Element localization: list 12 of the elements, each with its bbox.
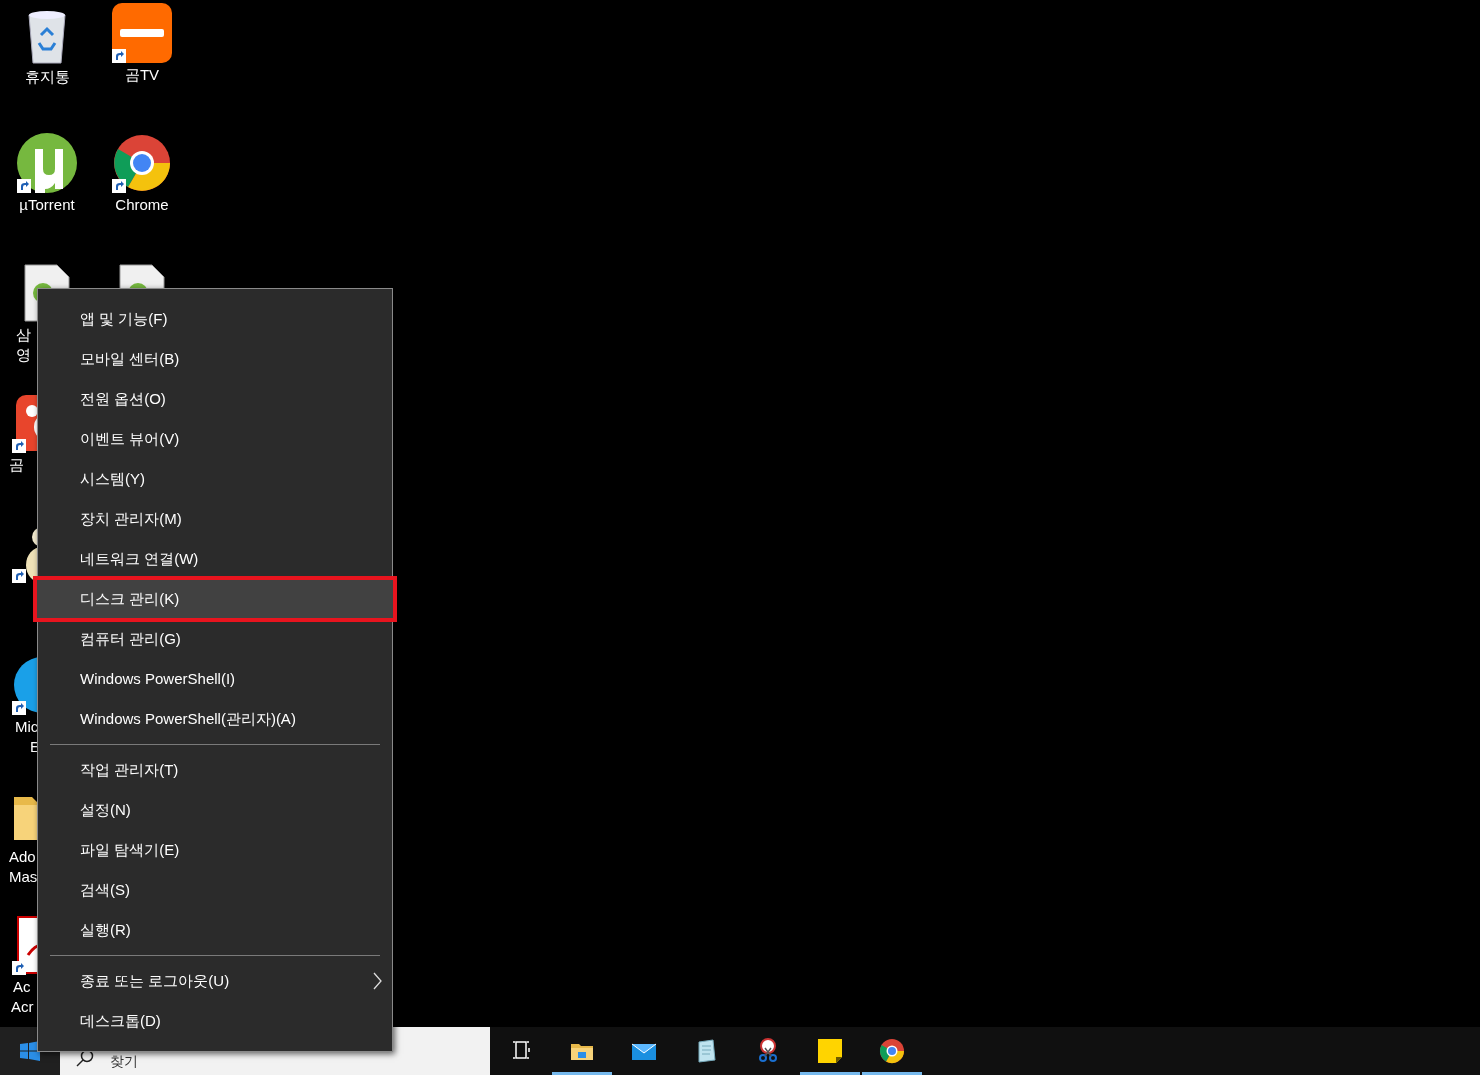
icon-label: Acr [11,997,34,1017]
icon-label: Chrome [114,195,170,215]
icon-label: Mas [9,867,38,887]
icon-label: 삼 [16,325,31,345]
icon-label: 곰 [9,455,24,475]
icon-label: Mic [15,717,39,737]
icon-label: 곰TV [123,65,161,85]
icon-label: 휴지통 [23,67,71,87]
icon-label: Ado [9,847,36,867]
icon-label: 영 [16,345,31,365]
icon-label: Ac [13,977,31,997]
icon-label: µTorrent [18,195,76,215]
